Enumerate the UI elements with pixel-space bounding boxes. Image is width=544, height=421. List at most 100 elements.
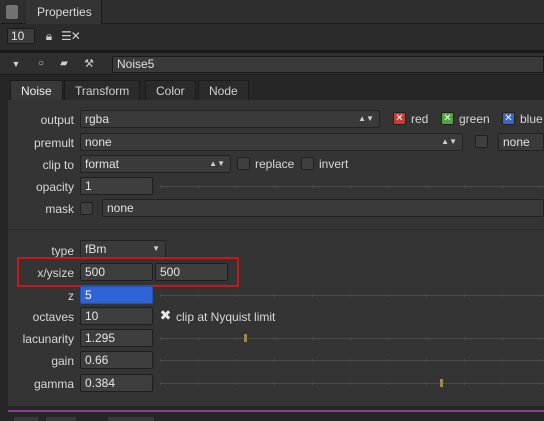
nyquist-checkbox[interactable]: ✖ — [159, 308, 172, 322]
slider-tick — [426, 294, 427, 297]
slider-tick — [198, 337, 199, 340]
slider-tick — [312, 359, 313, 362]
gamma-slider-knob[interactable] — [440, 379, 444, 387]
slider-tick — [464, 185, 465, 188]
nyquist-label: clip at Nyquist limit — [176, 310, 276, 324]
green-channel-checkbox[interactable]: ✕ — [441, 112, 454, 125]
slider-tick — [502, 185, 503, 188]
slider-tick — [350, 382, 351, 385]
tab-node[interactable]: Node — [198, 80, 249, 100]
invert-label: invert — [319, 157, 349, 171]
slider-tick — [464, 337, 465, 340]
slider-tick — [464, 359, 465, 362]
slider-tick — [236, 359, 237, 362]
node-color-strip — [8, 410, 544, 412]
slider-tick — [312, 382, 313, 385]
slider-tick — [388, 294, 389, 297]
slider-tick — [502, 294, 503, 297]
slider-tick — [160, 359, 161, 362]
slider-tick — [464, 294, 465, 297]
slider-tick — [426, 359, 427, 362]
properties-toolbar — [0, 24, 544, 50]
z-label: z — [68, 289, 74, 303]
replace-checkbox[interactable] — [237, 157, 250, 170]
z-slider[interactable] — [160, 295, 544, 296]
lacunarity-label: lacunarity — [22, 332, 74, 346]
slider-tick — [198, 294, 199, 297]
octaves-field[interactable]: 10 — [80, 307, 153, 325]
slider-tick — [350, 185, 351, 188]
gain-field[interactable]: 0.66 — [80, 351, 153, 369]
slider-tick — [502, 382, 503, 385]
blue-channel-checkbox[interactable]: ✕ — [502, 112, 515, 125]
slider-tick — [350, 337, 351, 340]
slider-tick — [312, 294, 313, 297]
clip-to-value: format — [85, 157, 120, 171]
z-field[interactable]: 5 — [80, 286, 153, 304]
opacity-field[interactable]: 1 — [80, 177, 153, 195]
invert-checkbox[interactable] — [301, 157, 314, 170]
type-dropdown[interactable]: fBm ▼ — [80, 240, 166, 258]
slider-tick — [236, 337, 237, 340]
tab-color[interactable]: Color — [145, 80, 196, 100]
lacunarity-slider-knob[interactable] — [244, 334, 248, 342]
slider-tick — [160, 337, 161, 340]
premult-extra-dropdown[interactable]: none — [498, 133, 544, 151]
gain-slider[interactable] — [160, 360, 544, 361]
tab-transform[interactable]: Transform — [64, 80, 141, 100]
collapsed-node-stub[interactable] — [108, 417, 154, 421]
lacunarity-slider[interactable] — [160, 338, 544, 339]
output-dropdown[interactable]: rgba ▲▼ — [80, 110, 380, 128]
slider-tick — [160, 382, 161, 385]
gamma-label: gamma — [33, 377, 74, 391]
slider-tick — [198, 185, 199, 188]
lacunarity-field[interactable]: 1.295 — [80, 329, 153, 347]
blue-channel-label: blue — [520, 112, 543, 126]
red-channel-label: red — [411, 112, 429, 126]
mask-checkbox[interactable] — [80, 202, 93, 215]
opacity-slider[interactable] — [160, 186, 544, 187]
node-name-field[interactable]: Noise5 — [112, 56, 544, 73]
type-label: type — [51, 244, 74, 258]
tab-noise[interactable]: Noise — [10, 80, 63, 100]
lock-icon[interactable]: 🔒︎ — [42, 28, 56, 44]
panel-grip-icon[interactable] — [6, 5, 18, 19]
premult-checkbox[interactable] — [475, 135, 488, 148]
max-panels-field[interactable]: 10 — [7, 28, 35, 44]
premult-extra-value: none — [503, 135, 530, 149]
dropdown-arrow-icon: ▼ — [152, 244, 160, 253]
gamma-slider[interactable] — [160, 383, 544, 384]
red-channel-checkbox[interactable]: ✕ — [393, 112, 406, 125]
slider-tick — [388, 337, 389, 340]
collapse-arrow-icon[interactable]: ▼ — [9, 56, 23, 72]
slider-tick — [388, 382, 389, 385]
tools-icon[interactable]: ⚒ — [82, 56, 96, 72]
properties-tab-label: Properties — [37, 5, 92, 19]
slider-tick — [502, 359, 503, 362]
gain-label: gain — [51, 354, 74, 368]
camera-icon[interactable]: ▰ — [57, 56, 71, 72]
slider-tick — [274, 185, 275, 188]
mask-dropdown[interactable]: none — [102, 199, 544, 217]
clip-to-dropdown[interactable]: format ▲▼ — [80, 155, 231, 173]
dropdown-arrow-icon: ▲▼ — [358, 114, 374, 123]
slider-tick — [274, 382, 275, 385]
slider-tick — [236, 294, 237, 297]
circle-icon[interactable]: ○ — [34, 56, 48, 72]
slider-tick — [540, 185, 541, 188]
dropdown-arrow-icon: ▲▼ — [441, 137, 457, 146]
collapsed-node-stub[interactable] — [46, 417, 76, 421]
slider-tick — [274, 337, 275, 340]
output-value: rgba — [85, 112, 110, 126]
slider-tick — [198, 359, 199, 362]
premult-label: premult — [33, 136, 74, 150]
properties-tab[interactable]: Properties — [26, 0, 102, 24]
mask-value: none — [107, 201, 134, 215]
premult-dropdown[interactable]: none ▲▼ — [80, 133, 463, 151]
slider-tick — [198, 382, 199, 385]
octaves-label: octaves — [32, 310, 74, 324]
slider-tick — [236, 382, 237, 385]
gamma-field[interactable]: 0.384 — [80, 374, 153, 392]
collapsed-node-stub[interactable] — [14, 417, 38, 421]
clear-panels-icon[interactable]: ☰✕ — [61, 28, 81, 44]
